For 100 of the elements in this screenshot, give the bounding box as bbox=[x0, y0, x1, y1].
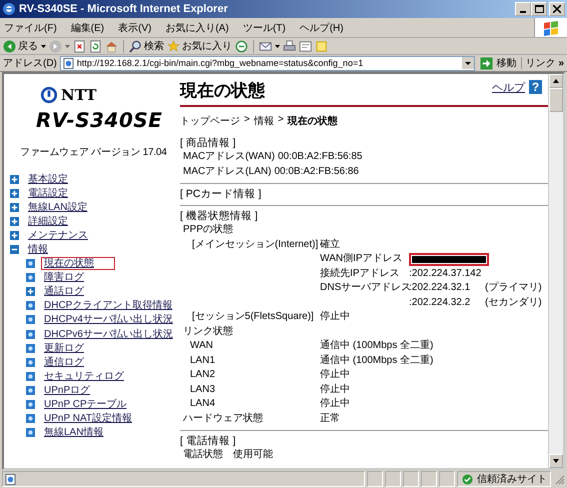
page-icon bbox=[5, 474, 16, 484]
expand-icon[interactable] bbox=[10, 216, 19, 226]
search-button[interactable]: 検索 bbox=[129, 39, 164, 53]
port-label: LAN3 bbox=[190, 382, 216, 396]
browser-icon bbox=[2, 2, 16, 16]
page-title: 現在の状態 bbox=[180, 80, 266, 102]
field-note: (プライマリ) bbox=[485, 281, 542, 295]
page-icon bbox=[26, 386, 35, 395]
port-status: 停止中 bbox=[320, 397, 350, 411]
group-label: PPPの状態 bbox=[182, 223, 234, 237]
nav-link[interactable]: UPnP CPテーブル bbox=[41, 398, 130, 412]
session-status: 停止中 bbox=[320, 310, 350, 324]
menu-item[interactable]: 編集(E) bbox=[70, 20, 104, 34]
page-icon bbox=[26, 301, 35, 310]
nav-link[interactable]: 無線LAN設定 bbox=[25, 200, 90, 214]
session-label: [セッション5(FletsSquare)] bbox=[192, 310, 315, 324]
help-badge[interactable]: ? bbox=[529, 80, 542, 94]
security-zone: 信頼済みサイト bbox=[477, 472, 547, 486]
home-icon[interactable] bbox=[105, 40, 118, 52]
close-button[interactable] bbox=[549, 2, 565, 16]
section-heading: [ 商品情報 ] bbox=[180, 136, 237, 150]
session-label: [メインセッション(Internet)] bbox=[192, 238, 320, 252]
nav-link[interactable]: メンテナンス bbox=[25, 228, 91, 242]
page-icon bbox=[26, 273, 35, 282]
menu-item[interactable]: 表示(V) bbox=[118, 20, 152, 34]
nav-link[interactable]: セキュリティログ bbox=[41, 370, 127, 383]
go-button[interactable]: 移動 bbox=[478, 56, 518, 70]
favorites-button[interactable]: お気に入り bbox=[167, 39, 232, 53]
nav-link[interactable]: 更新ログ bbox=[41, 342, 87, 355]
address-field[interactable]: http://192.168.2.1/cgi-bin/main.cgi?mbg_webname=status&config_no=1 bbox=[60, 56, 476, 70]
refresh-icon[interactable] bbox=[89, 40, 102, 52]
nav-link[interactable]: UPnP NAT設定情報 bbox=[41, 412, 135, 426]
field-note: (セカンダリ) bbox=[485, 296, 542, 310]
help-link[interactable]: ヘルプ bbox=[492, 80, 525, 95]
nav-link[interactable]: 情報 bbox=[25, 243, 51, 256]
expand-icon[interactable] bbox=[10, 174, 19, 184]
page-icon bbox=[26, 344, 35, 353]
brand-name: NTT bbox=[61, 86, 97, 104]
scroll-down-icon[interactable] bbox=[549, 454, 563, 468]
nav-link[interactable]: 現在の状態 bbox=[41, 257, 115, 270]
nav-link[interactable]: 詳細設定 bbox=[25, 214, 71, 228]
field-value: :202.224.32.2 bbox=[409, 296, 472, 310]
scroll-up-icon[interactable] bbox=[549, 74, 563, 88]
nav-link[interactable]: 基本設定 bbox=[25, 172, 71, 186]
back-button[interactable]: 戻る bbox=[3, 39, 38, 53]
collapse-icon[interactable] bbox=[10, 245, 19, 254]
expand-icon[interactable] bbox=[26, 287, 35, 296]
scrollbar[interactable] bbox=[548, 74, 563, 468]
port-status: 停止中 bbox=[320, 368, 350, 382]
nav-link[interactable]: DHCPv4サーバ払い出し状況 bbox=[41, 313, 176, 326]
group-label: リンク状態 bbox=[182, 324, 234, 338]
menu-item[interactable]: ヘルプ(H) bbox=[300, 20, 344, 34]
resize-grip-icon[interactable] bbox=[553, 473, 565, 485]
section-heading: [ 電話情報 ] bbox=[180, 434, 237, 448]
mail-icon[interactable] bbox=[259, 40, 272, 52]
breadcrumb-item[interactable]: トップページ bbox=[180, 114, 240, 128]
page-icon bbox=[26, 358, 35, 367]
field-value: :202.224.37.142 bbox=[409, 266, 482, 280]
expand-icon[interactable] bbox=[10, 202, 19, 212]
page-icon bbox=[26, 372, 35, 381]
section-heading: [ 機器状態情報 ] bbox=[180, 209, 259, 223]
breadcrumb-item[interactable]: 情報 bbox=[254, 114, 274, 128]
field-label: DNSサーバアドレス bbox=[320, 281, 409, 295]
links-label[interactable]: リンク bbox=[525, 56, 556, 70]
page-icon bbox=[26, 400, 35, 410]
printer-icon[interactable] bbox=[283, 40, 296, 52]
close-icon bbox=[553, 5, 561, 13]
expand-icon[interactable] bbox=[10, 188, 19, 198]
menu-item[interactable]: ツール(T) bbox=[242, 20, 286, 34]
nav-link[interactable]: DHCPv6サーバ払い出し状況 bbox=[41, 328, 176, 341]
menu-item[interactable]: お気に入り(A) bbox=[165, 20, 229, 34]
nav-link[interactable]: 通話ログ bbox=[41, 285, 87, 298]
breadcrumb-separator: > bbox=[278, 114, 284, 127]
session-status: 確立 bbox=[320, 238, 340, 252]
more-chevron[interactable]: » bbox=[558, 58, 564, 68]
nav-link[interactable]: DHCPクライアント取得情報 bbox=[41, 299, 176, 312]
nav-link[interactable]: UPnPログ bbox=[41, 384, 94, 397]
caret-icon[interactable] bbox=[41, 44, 46, 48]
minimize-button[interactable] bbox=[515, 2, 531, 16]
maximize-icon bbox=[534, 5, 544, 13]
nav-link[interactable]: 電話設定 bbox=[25, 186, 71, 200]
stop-icon[interactable] bbox=[73, 40, 86, 52]
field-label: WAN側IPアドレス bbox=[320, 252, 404, 266]
model-name: RV-S340SE bbox=[36, 108, 164, 132]
page-icon bbox=[26, 428, 35, 438]
edit-icon[interactable] bbox=[299, 40, 312, 52]
menu-item[interactable]: ファイル(F) bbox=[4, 20, 57, 34]
nav-link[interactable]: 障害ログ bbox=[41, 271, 87, 284]
nav-link[interactable]: 通信ログ bbox=[41, 356, 87, 369]
scroll-thumb[interactable] bbox=[549, 88, 563, 112]
port-status: 停止中 bbox=[320, 382, 350, 396]
arrow-icon bbox=[480, 56, 494, 70]
expand-icon[interactable] bbox=[10, 230, 19, 240]
page-icon bbox=[26, 330, 35, 339]
nav-link[interactable]: 無線LAN情報 bbox=[41, 426, 106, 440]
maximize-button[interactable] bbox=[531, 2, 547, 16]
field-label: MACアドレス(LAN) bbox=[183, 164, 272, 178]
port-status: 通信中 (100Mbps 全二重) bbox=[320, 339, 434, 353]
field-label: 接続先IPアドレス bbox=[320, 266, 400, 280]
caret-icon[interactable] bbox=[275, 44, 280, 48]
